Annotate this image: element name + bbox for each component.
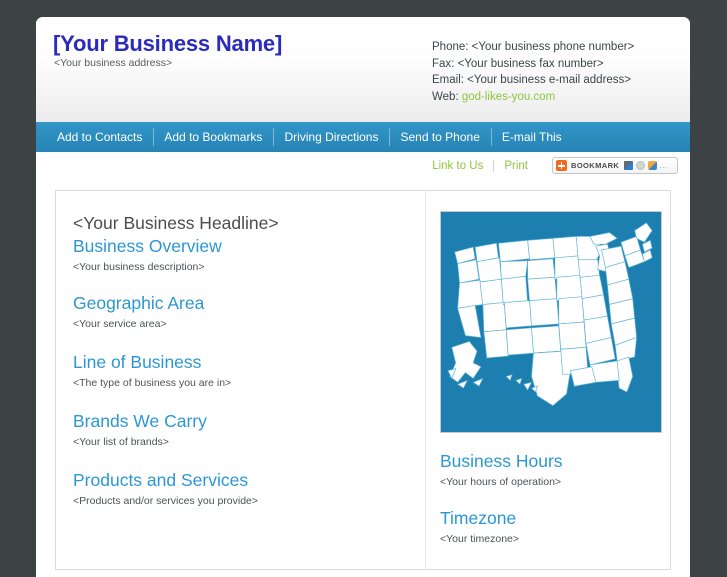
section-heading: Timezone — [440, 508, 517, 528]
bookmark-widget-label: BOOKMARK — [571, 161, 620, 170]
section-brands-we-carry: Brands We Carry <Your list of brands> — [73, 411, 405, 448]
section-heading: Geographic Area — [73, 293, 205, 313]
web-label: Web: — [432, 90, 459, 103]
section-heading: Brands We Carry — [73, 411, 207, 431]
section-heading: Business Overview — [73, 236, 222, 256]
plus-icon — [556, 160, 567, 171]
section-heading: Line of Business — [73, 352, 202, 372]
email-label: Email: — [432, 74, 464, 87]
section-body: <Your timezone> — [440, 533, 520, 545]
business-address: <Your business address> — [54, 57, 173, 69]
section-body: <Your business description> — [73, 261, 205, 273]
section-body: <Your hours of operation> — [440, 476, 562, 488]
content-columns: <Your Business Headline> Business Overvi… — [56, 191, 670, 569]
nav-item-e-mail-this[interactable]: E-mail This — [490, 122, 573, 152]
phone-value: <Your business phone number> — [471, 41, 635, 53]
section-business-overview: Business Overview <Your business descrip… — [73, 236, 405, 273]
nav-item-add-to-bookmarks[interactable]: Add to Bookmarks — [153, 122, 273, 152]
section-body: <The type of business you are in> — [73, 377, 232, 389]
section-business-hours: Business Hours <Your hours of operation> — [440, 451, 670, 488]
utility-links: Link to Us Print — [422, 160, 538, 172]
link-to-us-link[interactable]: Link to Us — [422, 160, 493, 172]
windows-live-icon[interactable] — [624, 161, 634, 170]
section-timezone: Timezone <Your timezone> — [440, 508, 670, 545]
business-name: [Your Business Name] — [53, 31, 283, 56]
site-page: [Your Business Name] <Your business addr… — [36, 17, 690, 577]
nav-item-send-to-phone[interactable]: Send to Phone — [389, 122, 490, 152]
email-value: <Your business e-mail address> — [467, 74, 632, 87]
nav-item-driving-directions[interactable]: Driving Directions — [273, 122, 389, 152]
section-body: <Your service area> — [73, 318, 167, 330]
share-icons — [624, 161, 658, 170]
utility-bar: Link to Us Print BOOKMARK … — [36, 152, 690, 182]
contact-fax-row: Fax: <Your business fax number> — [432, 56, 634, 73]
left-column: <Your Business Headline> Business Overvi… — [56, 191, 426, 569]
section-body: <Products and/or services you provide> — [73, 495, 259, 507]
us-map-graphic — [444, 215, 658, 429]
section-body: <Your list of brands> — [73, 436, 169, 448]
contact-phone-row: Phone: <Your business phone number> — [432, 39, 634, 56]
bookmark-share-widget[interactable]: BOOKMARK … — [552, 157, 678, 174]
more-options-icon[interactable]: … — [659, 161, 667, 170]
section-products-and-services: Products and Services <Products and/or s… — [73, 470, 405, 507]
section-heading: Products and Services — [73, 470, 249, 490]
section-line-of-business: Line of Business <The type of business y… — [73, 352, 405, 389]
fax-value: <Your business fax number> — [457, 57, 604, 70]
contact-info: Phone: <Your business phone number> Fax:… — [432, 39, 634, 105]
section-geographic-area: Geographic Area <Your service area> — [73, 293, 405, 330]
fax-label: Fax: — [432, 57, 455, 70]
stumbleupon-icon[interactable] — [636, 161, 646, 170]
contact-web-row: Web: god-likes-you.com — [432, 89, 634, 106]
delicious-icon[interactable] — [648, 161, 658, 170]
page-title: <Your Business Headline> — [73, 213, 279, 233]
contact-email-row: Email: <Your business e-mail address> — [432, 72, 634, 89]
print-link[interactable]: Print — [494, 160, 538, 172]
main-navigation: Add to Contacts Add to Bookmarks Driving… — [36, 122, 690, 152]
site-header: [Your Business Name] <Your business addr… — [36, 17, 690, 122]
content-panel: <Your Business Headline> Business Overvi… — [55, 190, 671, 570]
phone-label: Phone: — [432, 41, 469, 53]
section-heading: Business Hours — [440, 451, 563, 471]
website-link[interactable]: god-likes-you.com — [462, 91, 555, 103]
nav-item-add-to-contacts[interactable]: Add to Contacts — [46, 122, 153, 152]
united-states-map — [440, 211, 662, 433]
right-column: Business Hours <Your hours of operation>… — [426, 191, 670, 569]
